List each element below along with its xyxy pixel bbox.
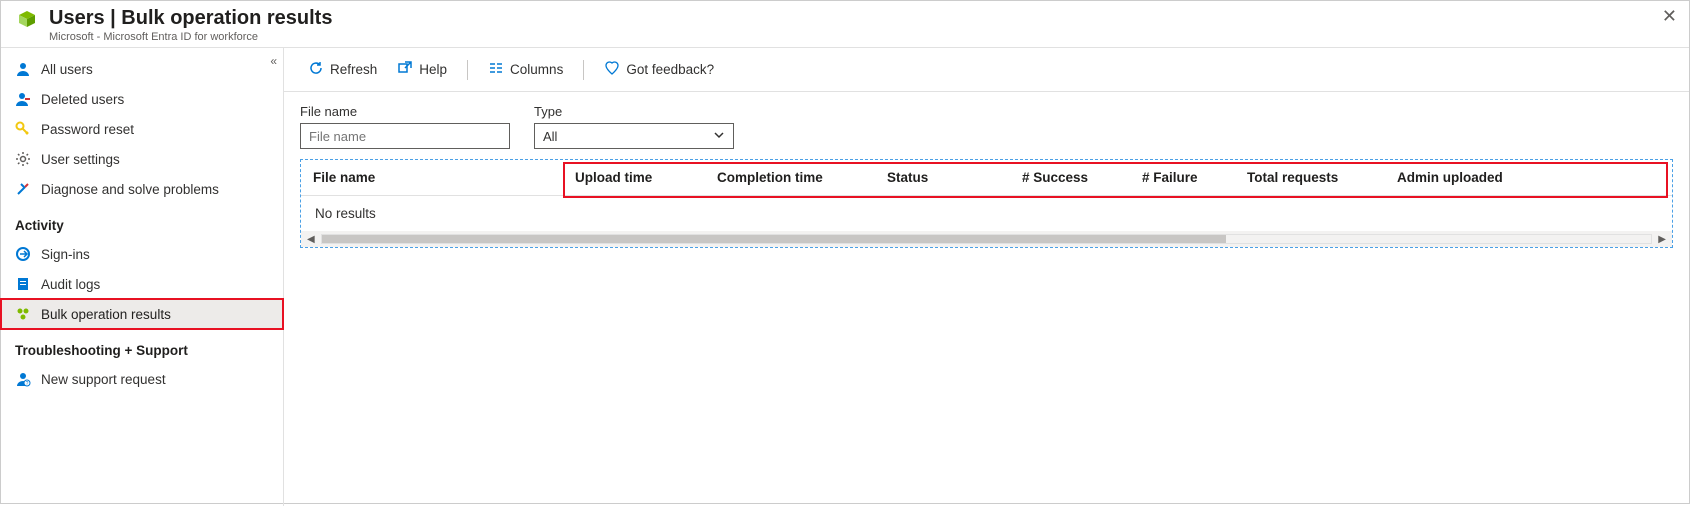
gear-icon: [15, 151, 31, 167]
key-icon: [15, 121, 31, 137]
columns-icon: [488, 60, 504, 79]
audit-log-icon: [15, 276, 31, 292]
support-icon: ?: [15, 371, 31, 387]
empty-state: No results: [301, 196, 1672, 231]
nav-item-label: Bulk operation results: [41, 307, 171, 322]
collapse-sidebar-button[interactable]: «: [270, 54, 277, 68]
nav-user-settings[interactable]: User settings: [1, 144, 283, 174]
nav-item-label: User settings: [41, 152, 120, 167]
section-activity: Activity: [1, 204, 283, 239]
sidebar: « All users Deleted users Password reset…: [1, 48, 284, 506]
col-uploadtime[interactable]: Upload time: [563, 160, 705, 195]
horizontal-scrollbar[interactable]: ◀ ▶: [301, 231, 1672, 247]
refresh-button[interactable]: Refresh: [300, 56, 385, 83]
external-link-icon: [397, 60, 413, 79]
nav-signins[interactable]: Sign-ins: [1, 239, 283, 269]
toolbar-separator: [467, 60, 468, 80]
chevron-down-icon: [713, 129, 725, 144]
nav-item-label: Sign-ins: [41, 247, 90, 262]
tools-icon: [15, 181, 31, 197]
nav-audit-logs[interactable]: Audit logs: [1, 269, 283, 299]
filter-type-label: Type: [534, 104, 734, 119]
table-header-row: File name Upload time Completion time St…: [301, 160, 1672, 196]
page-header: Users | Bulk operation results Microsoft…: [1, 1, 1689, 48]
col-status[interactable]: Status: [875, 160, 1010, 195]
filename-input[interactable]: [300, 123, 510, 149]
filter-filename-label: File name: [300, 104, 510, 119]
type-select-value: All: [543, 129, 557, 144]
nav-item-label: Diagnose and solve problems: [41, 182, 219, 197]
nav-deleted-users[interactable]: Deleted users: [1, 84, 283, 114]
signin-icon: [15, 246, 31, 262]
svg-text:?: ?: [26, 381, 29, 387]
nav-item-label: Audit logs: [41, 277, 100, 292]
heart-icon: [604, 60, 620, 79]
close-button[interactable]: ✕: [1662, 7, 1677, 25]
toolbar-separator: [583, 60, 584, 80]
feedback-button[interactable]: Got feedback?: [596, 56, 722, 83]
header-logo-icon: [15, 9, 39, 36]
person-icon: [15, 61, 31, 77]
type-select[interactable]: All: [534, 123, 734, 149]
nav-item-label: All users: [41, 62, 93, 77]
nav-password-reset[interactable]: Password reset: [1, 114, 283, 144]
col-total[interactable]: Total requests: [1235, 160, 1385, 195]
help-button[interactable]: Help: [389, 56, 455, 83]
col-failure[interactable]: # Failure: [1130, 160, 1235, 195]
scroll-thumb[interactable]: [322, 235, 1226, 243]
filter-row: File name Type All: [284, 92, 1689, 159]
bulk-icon: [15, 306, 31, 322]
nav-item-label: Password reset: [41, 122, 134, 137]
person-minus-icon: [15, 91, 31, 107]
command-bar: Refresh Help Columns Got feedback: [284, 48, 1689, 92]
scroll-left-arrow[interactable]: ◀: [307, 234, 315, 245]
columns-button[interactable]: Columns: [480, 56, 571, 83]
page-subtitle: Microsoft - Microsoft Entra ID for workf…: [49, 31, 332, 43]
refresh-icon: [308, 60, 324, 79]
results-table: File name Upload time Completion time St…: [300, 159, 1673, 248]
col-success[interactable]: # Success: [1010, 160, 1130, 195]
page-title: Users | Bulk operation results: [49, 7, 332, 30]
nav-item-label: Deleted users: [41, 92, 124, 107]
col-filename[interactable]: File name: [301, 160, 563, 195]
main-content: Refresh Help Columns Got feedback: [284, 48, 1689, 506]
section-support: Troubleshooting + Support: [1, 329, 283, 364]
col-admin[interactable]: Admin uploaded: [1385, 160, 1672, 195]
col-completiontime[interactable]: Completion time: [705, 160, 875, 195]
scroll-track[interactable]: [321, 234, 1653, 244]
nav-bulk-results[interactable]: Bulk operation results: [1, 299, 283, 329]
filter-filename: File name: [300, 104, 510, 149]
filter-type: Type All: [534, 104, 734, 149]
nav-all-users[interactable]: All users: [1, 54, 283, 84]
scroll-right-arrow[interactable]: ▶: [1658, 234, 1666, 245]
nav-support-request[interactable]: ? New support request: [1, 364, 283, 394]
nav-diagnose[interactable]: Diagnose and solve problems: [1, 174, 283, 204]
nav-item-label: New support request: [41, 372, 166, 387]
